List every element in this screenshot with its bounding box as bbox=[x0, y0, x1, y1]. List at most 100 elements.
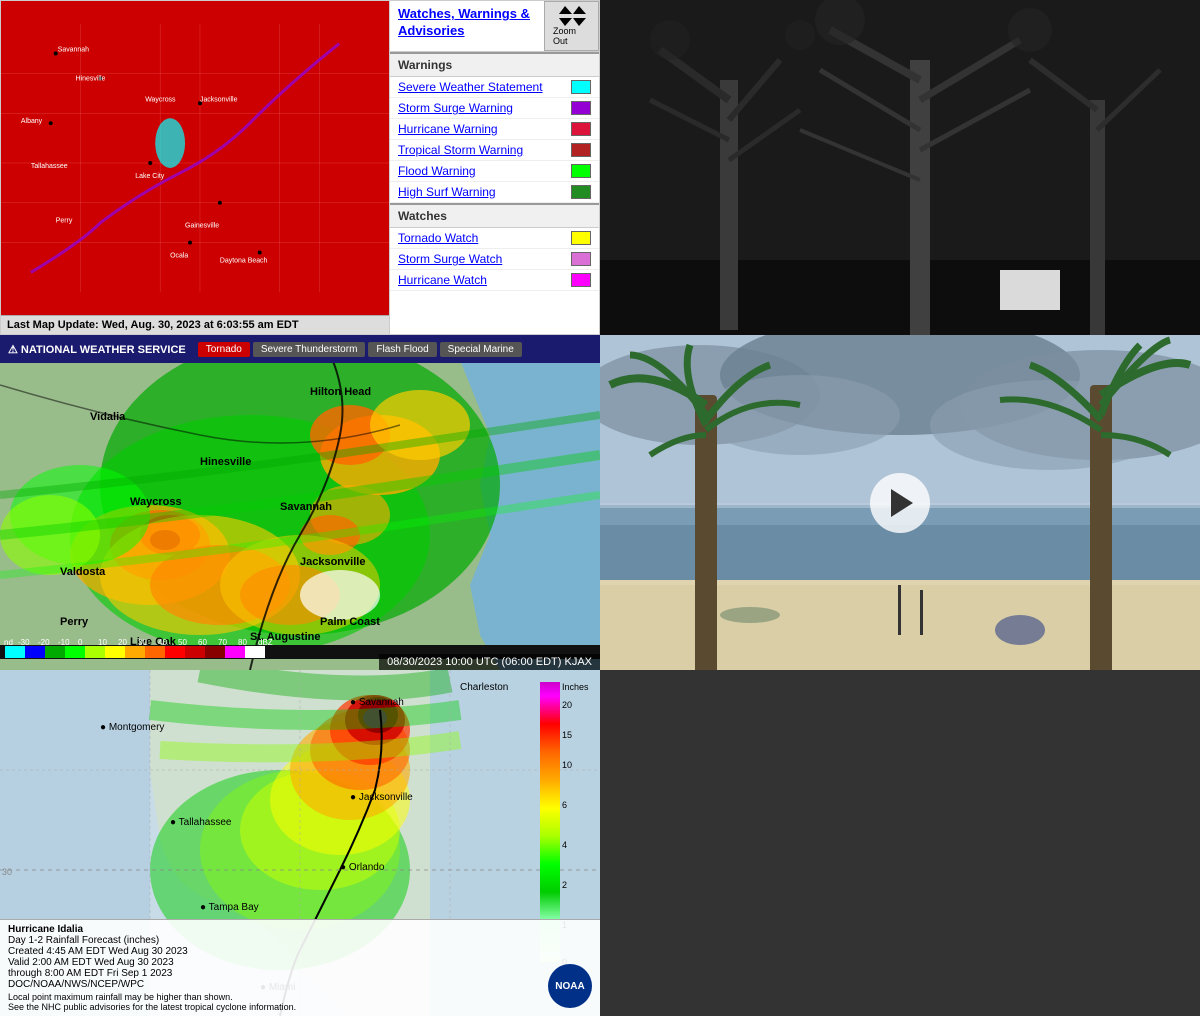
legend-item-link[interactable]: Severe Weather Statement bbox=[398, 80, 565, 94]
svg-text:Albany: Albany bbox=[21, 118, 43, 125]
nws-header: ⚠ NATIONAL WEATHER SERVICE Tornado Sever… bbox=[0, 335, 600, 363]
svg-text:-20: -20 bbox=[38, 638, 50, 647]
legend-item-link[interactable]: Hurricane Watch bbox=[398, 273, 565, 287]
zoom-out-button[interactable]: Zoom Out bbox=[544, 1, 599, 51]
nws-logo: ⚠ NATIONAL WEATHER SERVICE bbox=[8, 343, 186, 356]
svg-text:0: 0 bbox=[78, 638, 83, 647]
svg-text:60: 60 bbox=[198, 638, 207, 647]
svg-text:● Tallahassee: ● Tallahassee bbox=[170, 817, 232, 828]
svg-text:20: 20 bbox=[118, 638, 127, 647]
svg-text:Charleston: Charleston bbox=[460, 682, 508, 693]
nws-tab-severe[interactable]: Severe Thunderstorm bbox=[253, 342, 366, 357]
legend-item-link[interactable]: Storm Surge Warning bbox=[398, 101, 565, 115]
svg-text:Perry: Perry bbox=[60, 616, 89, 628]
legend-swatch bbox=[571, 122, 591, 136]
svg-text:Jacksonville: Jacksonville bbox=[300, 556, 365, 568]
legend-item: Flood Warning bbox=[390, 161, 599, 182]
legend-items: Warnings Severe Weather Statement Storm Su… bbox=[390, 52, 599, 291]
rainfall-created: Created 4:45 AM EDT Wed Aug 30 2023 bbox=[8, 946, 592, 957]
legend-item-link[interactable]: Hurricane Warning bbox=[398, 122, 565, 136]
rainfall-through: through 8:00 AM EDT Fri Sep 1 2023 bbox=[8, 968, 592, 979]
svg-text:4: 4 bbox=[562, 840, 567, 850]
legend-item-link[interactable]: Storm Surge Watch bbox=[398, 252, 565, 266]
legend-swatch bbox=[571, 101, 591, 115]
svg-text:2: 2 bbox=[562, 880, 567, 890]
nws-tab-tornado[interactable]: Tornado bbox=[198, 342, 250, 357]
nws-radar-panel: ⚠ NATIONAL WEATHER SERVICE Tornado Sever… bbox=[0, 335, 600, 670]
svg-text:Savannah: Savannah bbox=[280, 501, 332, 513]
rainfall-credit: DOC/NOAA/NWS/NCEP/WPC bbox=[8, 979, 592, 990]
legend-item: Hurricane Warning bbox=[390, 119, 599, 140]
svg-text:30: 30 bbox=[2, 867, 12, 877]
map-timestamp: Last Map Update: Wed, Aug. 30, 2023 at 6… bbox=[1, 315, 389, 334]
svg-text:50: 50 bbox=[178, 638, 187, 647]
warnings-header: Warnings bbox=[390, 52, 599, 77]
legend-title[interactable]: Watches, Warnings & Advisories bbox=[390, 1, 544, 51]
svg-text:30: 30 bbox=[138, 638, 147, 647]
nws-tab-marine[interactable]: Special Marine bbox=[440, 342, 522, 357]
svg-text:-10: -10 bbox=[58, 638, 70, 647]
svg-text:Perry: Perry bbox=[56, 218, 73, 225]
legend-swatch bbox=[571, 252, 591, 266]
play-button[interactable] bbox=[870, 473, 930, 533]
svg-text:40: 40 bbox=[158, 638, 167, 647]
legend-item-link[interactable]: Tornado Watch bbox=[398, 231, 565, 245]
svg-text:Gainesville: Gainesville bbox=[185, 223, 219, 230]
watches-warnings-panel: Savannah Hinesville Albany Waycross Tall… bbox=[0, 0, 600, 335]
legend-item-link[interactable]: Tropical Storm Warning bbox=[398, 143, 565, 157]
svg-text:Hinesville: Hinesville bbox=[76, 75, 106, 82]
legend-item: Severe Weather Statement bbox=[390, 77, 599, 98]
legend-swatch bbox=[571, 185, 591, 199]
svg-text:70: 70 bbox=[218, 638, 227, 647]
legend-item: Tropical Storm Warning bbox=[390, 140, 599, 161]
svg-text:80: 80 bbox=[238, 638, 247, 647]
rainfall-note2: See the NHC public advisories for the la… bbox=[8, 1002, 592, 1012]
svg-text:● Montgomery: ● Montgomery bbox=[100, 722, 164, 733]
watches-header: Watches bbox=[390, 203, 599, 228]
svg-text:-30: -30 bbox=[18, 638, 30, 647]
legend-swatch bbox=[571, 231, 591, 245]
svg-text:Daytona Beach: Daytona Beach bbox=[220, 257, 268, 264]
beach-panel[interactable] bbox=[600, 335, 1200, 670]
svg-text:10: 10 bbox=[98, 638, 107, 647]
legend-item-link[interactable]: High Surf Warning bbox=[398, 185, 565, 199]
svg-text:Ocala: Ocala bbox=[170, 252, 188, 259]
legend-swatch bbox=[571, 164, 591, 178]
svg-text:Hinesville: Hinesville bbox=[200, 456, 251, 468]
rainfall-title: Hurricane Idalia bbox=[8, 924, 592, 935]
svg-text:Savannah: Savannah bbox=[58, 47, 89, 54]
rainfall-valid: Valid 2:00 AM EDT Wed Aug 30 2023 bbox=[8, 957, 592, 968]
legend-item: Hurricane Watch bbox=[390, 270, 599, 291]
svg-text:Lake City: Lake City bbox=[135, 173, 165, 180]
map-container: Savannah Hinesville Albany Waycross Tall… bbox=[1, 1, 389, 334]
play-icon bbox=[891, 489, 913, 517]
main-grid: Savannah Hinesville Albany Waycross Tall… bbox=[0, 0, 1200, 1016]
svg-text:dBZ: dBZ bbox=[258, 638, 273, 647]
legend-swatch bbox=[571, 273, 591, 287]
svg-text:● Orlando: ● Orlando bbox=[340, 862, 385, 873]
svg-text:Waycross: Waycross bbox=[145, 96, 176, 103]
legend-item-link[interactable]: Flood Warning bbox=[398, 164, 565, 178]
svg-text:10: 10 bbox=[562, 760, 572, 770]
svg-text:Waycross: Waycross bbox=[130, 496, 182, 508]
svg-text:Hilton Head: Hilton Head bbox=[310, 386, 371, 398]
rainfall-panel: 30 ● Montgomery ● Savannah Charleston ● … bbox=[0, 670, 600, 1016]
svg-text:20: 20 bbox=[562, 700, 572, 710]
legend-item: High Surf Warning bbox=[390, 182, 599, 203]
legend-swatch bbox=[571, 143, 591, 157]
rainfall-subtitle: Day 1-2 Rainfall Forecast (inches) bbox=[8, 935, 592, 946]
legend-item: Storm Surge Watch bbox=[390, 249, 599, 270]
rainfall-caption: Hurricane Idalia Day 1-2 Rainfall Foreca… bbox=[0, 919, 600, 1016]
svg-text:6: 6 bbox=[562, 800, 567, 810]
svg-text:15: 15 bbox=[562, 730, 572, 740]
svg-text:● Jacksonville: ● Jacksonville bbox=[350, 792, 413, 803]
radar-timestamp: 08/30/2023 10:00 UTC (06:00 EDT) KJAX bbox=[379, 654, 600, 670]
legend-item: Storm Surge Warning bbox=[390, 98, 599, 119]
legend-header: Watches, Warnings & Advisories Zoom Out bbox=[390, 1, 599, 52]
nws-tab-flash[interactable]: Flash Flood bbox=[368, 342, 436, 357]
weather-map: Savannah Hinesville Albany Waycross Tall… bbox=[1, 1, 389, 315]
svg-text:nd: nd bbox=[4, 638, 13, 647]
legend-container: Watches, Warnings & Advisories Zoom Out bbox=[389, 1, 599, 334]
svg-text:Inches: Inches bbox=[562, 682, 589, 692]
svg-text:● Tampa Bay: ● Tampa Bay bbox=[200, 902, 259, 913]
